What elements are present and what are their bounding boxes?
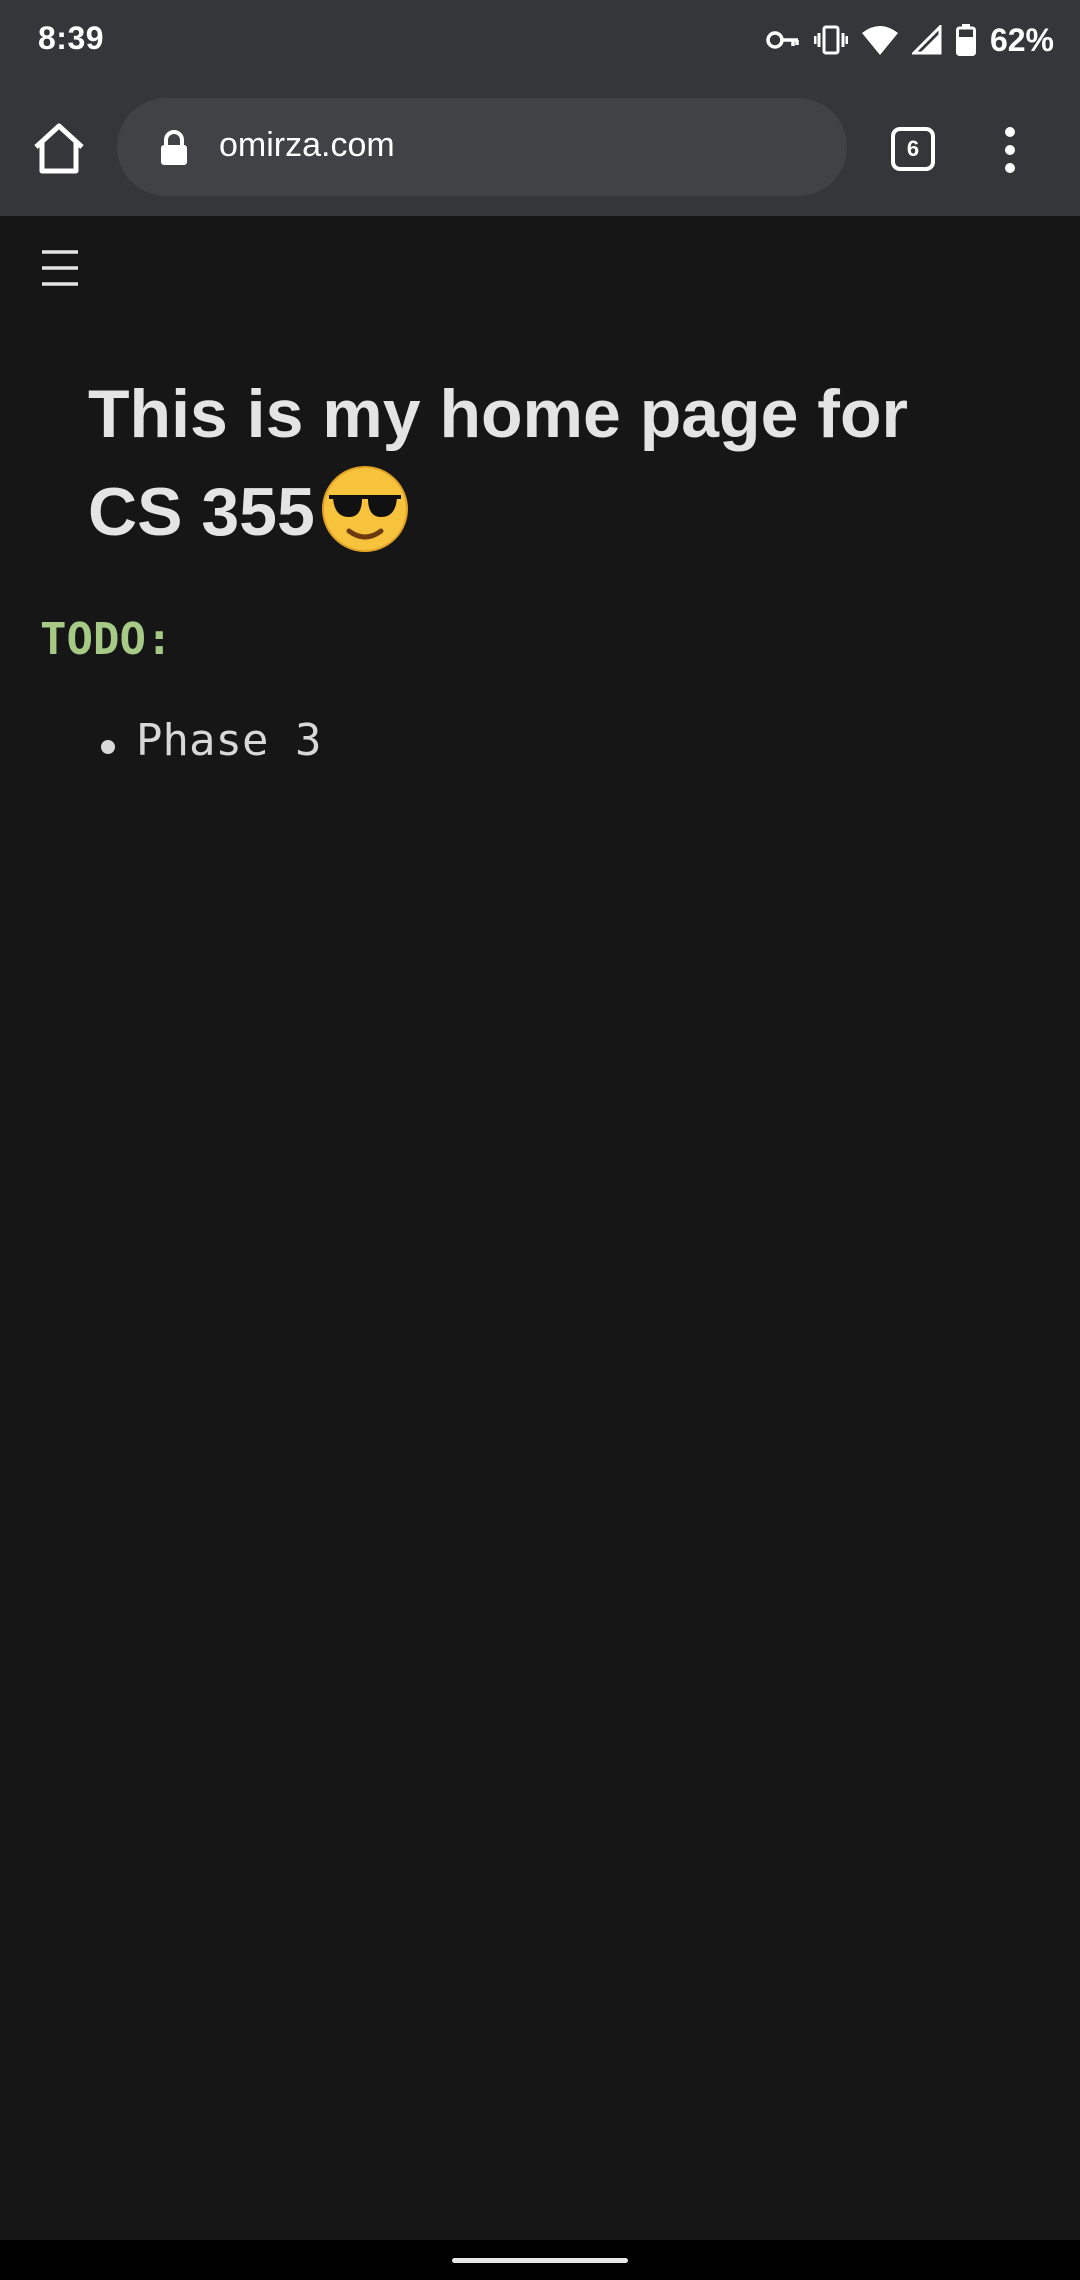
tab-switcher-button[interactable]: 6 xyxy=(891,127,935,171)
sunglasses-emoji-icon xyxy=(321,466,408,553)
page-heading-text: This is my home page for CS 355 xyxy=(88,376,908,550)
address-bar[interactable]: omirza.com xyxy=(117,98,847,196)
todo-list-item: Phase 3 xyxy=(100,715,321,766)
browser-toolbar: omirza.com 6 xyxy=(0,80,1080,216)
home-icon xyxy=(34,123,84,174)
lock-icon xyxy=(161,130,187,165)
home-button[interactable] xyxy=(30,120,88,178)
page-heading: This is my home page for CS 355 xyxy=(88,365,908,561)
status-bar: 8:39 62% xyxy=(0,0,1080,80)
url-text: omirza.com xyxy=(219,126,395,164)
todo-label: TODO: xyxy=(40,614,173,665)
battery-icon xyxy=(955,24,976,56)
status-icons: 62% xyxy=(766,18,1054,62)
todo-item-text: Phase 3 xyxy=(136,715,322,766)
more-options-button[interactable] xyxy=(995,124,1025,176)
hamburger-menu-button[interactable] xyxy=(38,246,82,290)
home-gesture-handle[interactable] xyxy=(452,2258,628,2263)
hamburger-icon xyxy=(42,250,78,286)
status-time: 8:39 xyxy=(38,20,105,56)
more-vert-icon xyxy=(1005,127,1015,173)
battery-percentage: 62% xyxy=(989,21,1054,58)
wifi-icon xyxy=(861,26,898,55)
vpn-key-icon xyxy=(766,31,799,49)
cell-signal-icon xyxy=(911,25,942,55)
vibrate-icon xyxy=(813,25,848,55)
system-nav-bar xyxy=(0,2240,1080,2280)
